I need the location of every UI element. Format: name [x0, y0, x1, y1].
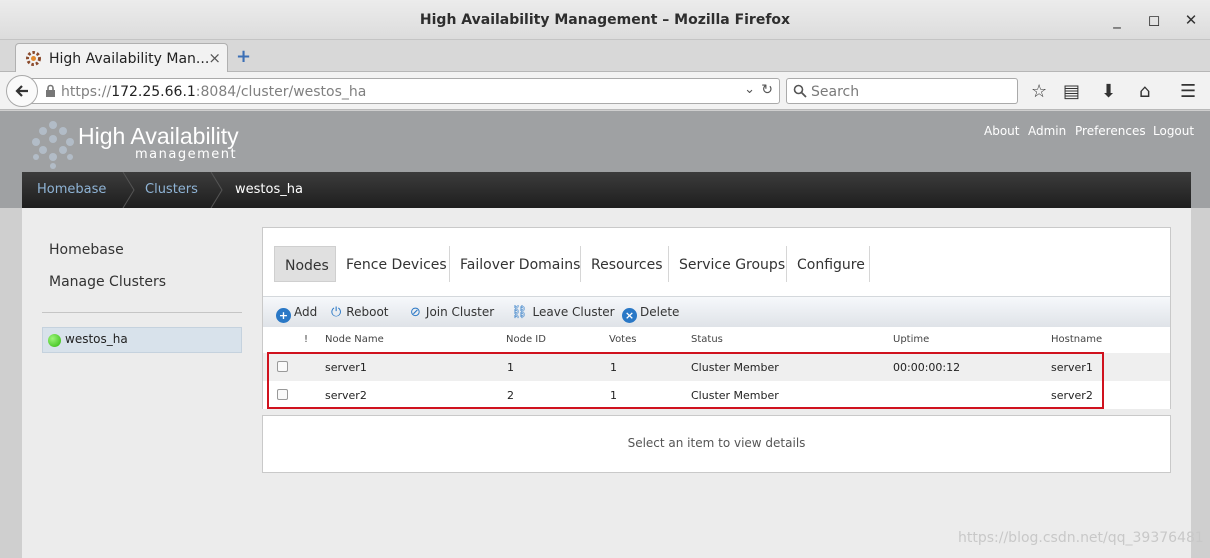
url-dropdown-icon[interactable]: ⌄: [744, 82, 755, 97]
tab-failover-domains[interactable]: Failover Domains: [450, 246, 581, 282]
window-title: High Availability Management – Mozilla F…: [419, 12, 791, 28]
favicon-gear-icon: [26, 51, 41, 66]
breadcrumb-separator: [210, 172, 223, 208]
browser-tab[interactable]: High Availability Man... ×: [15, 43, 228, 73]
browser-tab-label: High Availability Man...: [49, 51, 210, 67]
breadcrumb-homebase[interactable]: Homebase: [37, 182, 106, 197]
join-cluster-button[interactable]: ⊘ Join Cluster: [410, 305, 494, 320]
close-window-icon[interactable]: ✕: [1180, 9, 1202, 31]
column-header-alert[interactable]: !: [304, 334, 308, 345]
new-tab-icon[interactable]: +: [236, 46, 251, 67]
search-placeholder: Search: [811, 84, 860, 100]
breadcrumb-separator: [122, 172, 135, 208]
details-placeholder: Select an item to view details: [627, 436, 806, 450]
watermark: https://blog.csdn.net/qq_39376481: [958, 530, 1204, 546]
sidebar-item-manage-clusters[interactable]: Manage Clusters: [49, 274, 166, 290]
details-panel: Select an item to view details: [262, 415, 1171, 473]
download-icon[interactable]: ⬇: [1101, 81, 1116, 102]
preferences-link[interactable]: Preferences: [1075, 124, 1146, 138]
minimize-icon[interactable]: _: [1106, 9, 1128, 31]
sidebar-cluster-item[interactable]: westos_ha: [42, 327, 242, 353]
power-icon: ⏻: [331, 305, 342, 320]
column-header-votes[interactable]: Votes: [609, 334, 636, 345]
action-toolbar: + Add ⏻ Reboot ⊘ Join Cluster ⛓ Leave Cluste…: [263, 296, 1170, 327]
delete-icon: ×: [622, 308, 637, 323]
tab-close-icon[interactable]: ×: [208, 49, 221, 67]
ha-logo-icon: [32, 121, 74, 169]
back-arrow-icon: [15, 85, 28, 97]
tab-resources[interactable]: Resources: [581, 246, 669, 282]
url-host: 172.25.66.1: [111, 84, 196, 100]
logout-link[interactable]: Logout: [1153, 124, 1194, 138]
bookmark-star-icon[interactable]: ☆: [1031, 81, 1047, 102]
back-button[interactable]: [6, 75, 38, 107]
tab-service-groups[interactable]: Service Groups: [669, 246, 787, 282]
column-header-node-id[interactable]: Node ID: [506, 334, 546, 345]
logo-subtitle: management: [135, 147, 238, 162]
navigation-bar: https://172.25.66.1:8084/cluster/westos_…: [0, 72, 1210, 110]
highlight-annotation-box: [267, 352, 1104, 409]
breadcrumb: Homebase Clusters westos_ha: [22, 172, 1191, 208]
reboot-button[interactable]: ⏻ Reboot: [331, 305, 388, 320]
cluster-name: westos_ha: [65, 332, 128, 346]
tab-configure[interactable]: Configure: [787, 246, 870, 282]
maximize-icon[interactable]: ◻: [1143, 9, 1165, 31]
logo-title: High Availability: [78, 123, 239, 149]
url-bar[interactable]: https://172.25.66.1:8084/cluster/westos_…: [30, 78, 780, 104]
home-icon[interactable]: ⌂: [1139, 81, 1150, 102]
reload-icon[interactable]: ↻: [761, 82, 773, 98]
admin-link[interactable]: Admin: [1028, 124, 1066, 138]
url-path: :8084/cluster/westos_ha: [195, 84, 367, 100]
window-titlebar: High Availability Management – Mozilla F…: [0, 0, 1210, 40]
delete-button[interactable]: × Delete: [622, 305, 679, 323]
column-header-hostname[interactable]: Hostname: [1051, 334, 1102, 345]
column-header-status[interactable]: Status: [691, 334, 723, 345]
url-scheme: https://: [61, 84, 112, 100]
url-text: https://172.25.66.1:8084/cluster/westos_…: [61, 84, 366, 100]
leave-cluster-button[interactable]: ⛓ Leave Cluster: [511, 305, 615, 320]
search-icon: [793, 84, 807, 98]
add-button[interactable]: + Add: [276, 305, 317, 323]
cluster-status-icon: [48, 334, 61, 347]
tab-nodes[interactable]: Nodes: [274, 246, 336, 282]
sidebar-item-homebase[interactable]: Homebase: [49, 242, 124, 258]
app-header: High Availability management About Admin…: [0, 111, 1210, 208]
column-header-uptime[interactable]: Uptime: [893, 334, 929, 345]
unlink-icon: ⛓: [511, 305, 528, 320]
about-link[interactable]: About: [984, 124, 1019, 138]
column-header-node-name[interactable]: Node Name: [325, 334, 384, 345]
tab-fence-devices[interactable]: Fence Devices: [336, 246, 450, 282]
tab-strip: High Availability Man... × +: [0, 40, 1210, 73]
sidebar-divider: [42, 312, 242, 313]
reading-list-icon[interactable]: ▤: [1063, 81, 1080, 102]
add-icon: +: [276, 308, 291, 323]
lock-icon: [46, 84, 55, 97]
nodes-panel: Nodes Fence Devices Failover Domains Res…: [262, 227, 1171, 409]
search-bar[interactable]: Search: [786, 78, 1018, 104]
breadcrumb-current: westos_ha: [235, 182, 303, 197]
main-content: Homebase Manage Clusters westos_ha Nodes…: [22, 208, 1191, 558]
breadcrumb-clusters[interactable]: Clusters: [145, 182, 198, 197]
link-icon: ⊘: [410, 305, 421, 320]
menu-icon[interactable]: ☰: [1180, 81, 1196, 102]
